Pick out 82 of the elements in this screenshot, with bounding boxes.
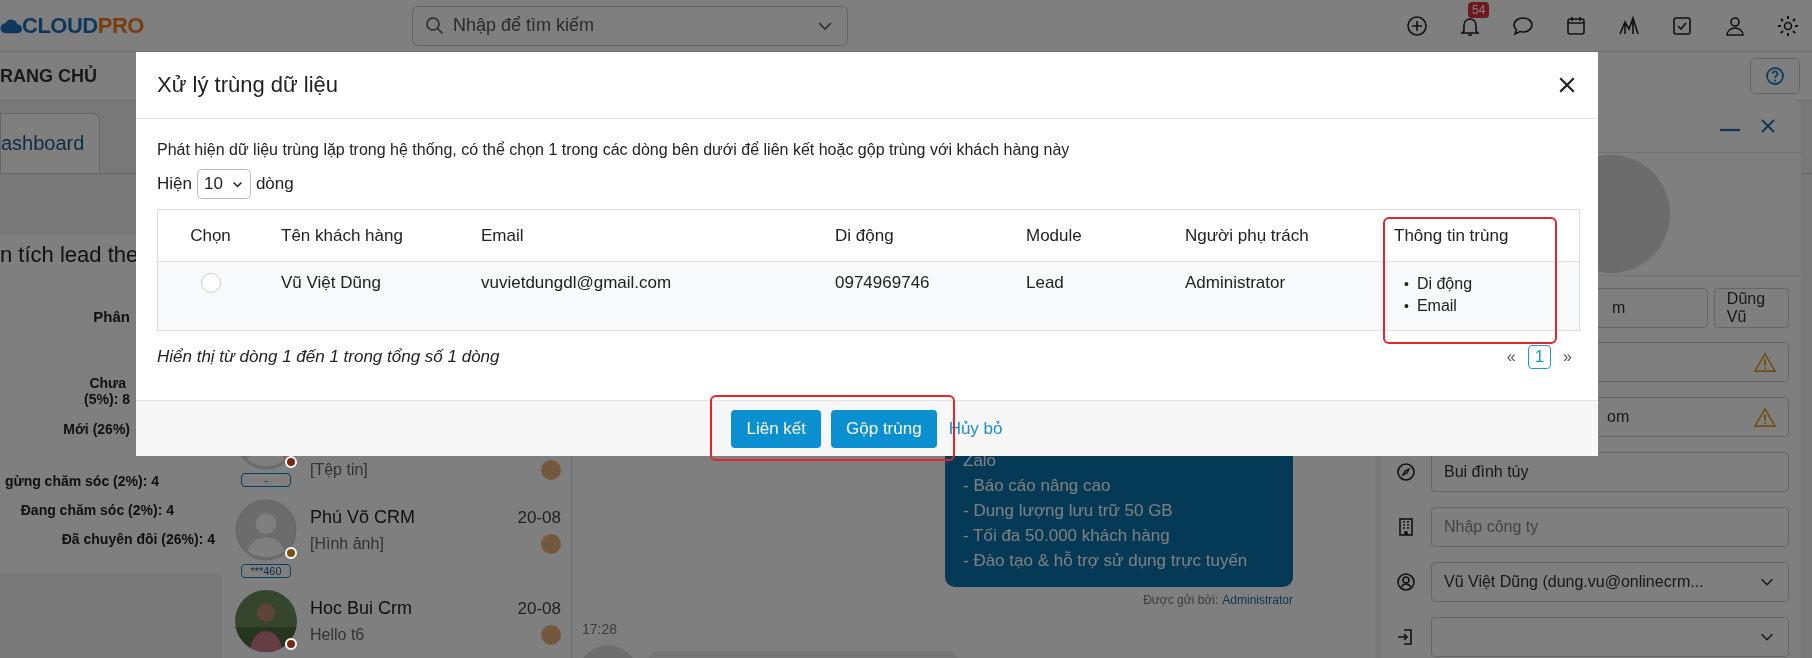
select-field[interactable]: Vũ Việt Dũng (dung.vu@onlinecrm...: [1431, 561, 1789, 602]
avatar: [235, 499, 297, 561]
page-link[interactable]: 1: [1527, 345, 1552, 369]
table-cell-text: 0974969746: [834, 272, 931, 294]
message-line: - Tối đa 50.000 khách hàng: [963, 525, 1171, 547]
duplicate-item: Email: [1416, 296, 1457, 316]
user-icon: [1396, 571, 1416, 592]
sent-by-label: Được gửi bởi:: [1143, 593, 1219, 607]
modal-title: Xử lý trùng dữ liệu: [157, 72, 339, 98]
column-header: Module: [1025, 225, 1083, 246]
bullet: •: [1404, 297, 1409, 316]
settings-icon[interactable]: [1776, 13, 1800, 38]
contact-name: Phú Võ CRM: [310, 507, 416, 528]
message-preview: [Hình ảnh]: [310, 535, 384, 553]
field-value: om: [1607, 407, 1630, 426]
page-size-select[interactable]: 10: [196, 169, 251, 199]
close-icon[interactable]: [1558, 76, 1576, 94]
help-icon: [1765, 66, 1785, 86]
small-avatar: [541, 534, 561, 554]
message-line: - Đào tạo & hỗ trợ sử dụng trực tuyến: [963, 550, 1249, 572]
notification-badge: 54: [1468, 1, 1490, 18]
contact-item[interactable]: ***460 Phú Võ CRM 20-08 [Hình ảnh]: [222, 499, 571, 590]
breadcrumb[interactable]: RANG CHỦ: [0, 65, 97, 87]
message-preview: Hello t6: [310, 626, 365, 644]
select-field[interactable]: [1431, 616, 1789, 657]
contact-date: 20-08: [517, 598, 561, 619]
building-icon: [1396, 516, 1416, 537]
table-cell-text: Administrator: [1184, 272, 1287, 294]
action-button[interactable]: Gộp trùng: [831, 409, 937, 448]
message-preview: [Tệp tin]: [310, 461, 368, 479]
next-page-link[interactable]: »: [1563, 348, 1572, 366]
search-placeholder: Nhập để tìm kiếm: [453, 15, 595, 36]
bullet: •: [1404, 275, 1409, 294]
table-cell-text: vuvietdungdl@gmail.com: [480, 272, 673, 294]
input-field[interactable]: Dũng Vũ: [1713, 288, 1789, 328]
contact-item[interactable]: Hoc Bui Crm 20-08 Hello t6: [222, 590, 571, 658]
chart-label: Đã chuyên đôi (26%): 4: [61, 531, 215, 547]
message-line: - Dung lượng lưu trữ 50 GB: [963, 500, 1174, 522]
chart-label: (5%): 8: [84, 391, 130, 407]
help-button[interactable]: [1750, 58, 1800, 94]
field-value: Vũ Việt Dũng (dung.vu@onlinecrm...: [1444, 572, 1704, 591]
column-header: Email: [480, 225, 525, 246]
minimize-icon[interactable]: [1720, 128, 1740, 132]
column-header: Thông tin trùng: [1393, 225, 1510, 246]
logo-text: CLOUDPRO: [22, 12, 144, 39]
radio-button[interactable]: [200, 273, 221, 293]
chart-label: Chưa: [89, 375, 126, 391]
chart-title: n tích lead the: [0, 242, 139, 268]
contact-badge: -: [241, 473, 291, 487]
action-button[interactable]: Liên kết: [731, 409, 822, 448]
previous-page-link[interactable]: «: [1506, 348, 1516, 366]
message-line: - Báo cáo nâng cao: [963, 475, 1112, 497]
column-header: Chọn: [189, 225, 232, 246]
compass-icon: [1396, 461, 1416, 482]
summary-text: Hiển thị từ dòng 1 đến 1 trong tổng số 1 dòng: [157, 347, 500, 367]
description-text: Phát hiện dữ liệu trùng lặp trong hệ thống, có thể chọn 1 trong các dòng bên dưới để liên kết hoặc gộp trùng với khách hàng này: [157, 141, 1071, 159]
column-header: Người phụ trách: [1184, 225, 1310, 246]
page-size-label: Hiện: [157, 174, 192, 194]
contact-badge: ***460: [241, 564, 291, 578]
column-header: Tên khách hàng: [280, 225, 404, 246]
search-icon: [425, 15, 445, 36]
chart-label: gừng chăm sóc (2%): 4: [4, 473, 159, 489]
add-icon[interactable]: [1405, 13, 1429, 38]
table-cell-text: Vũ Việt Dũng: [280, 272, 382, 294]
chart-label: Đang chăm sóc (2%): 4: [20, 502, 174, 518]
column-header: Di động: [834, 225, 895, 246]
table-cell-text: Lead: [1025, 272, 1065, 294]
small-avatar: [541, 625, 561, 645]
message-time: 17:28: [582, 621, 619, 637]
page-size-label: dòng: [255, 174, 294, 194]
contact-name: Hoc Bui Crm: [310, 598, 412, 619]
field-value: Bui đình túy: [1444, 462, 1529, 481]
chart-subtitle: Phân: [93, 308, 130, 325]
chart-label: Mới (26%): [63, 421, 130, 437]
duplicate-item: Di động: [1416, 274, 1473, 294]
sender-link[interactable]: Administrator: [1222, 593, 1293, 607]
field-placeholder: Nhập công ty: [1444, 517, 1539, 536]
input-field[interactable]: Nhập công ty: [1431, 506, 1789, 547]
small-avatar: [541, 460, 561, 480]
tab[interactable]: ashboard: [0, 113, 100, 173]
contact-date: 20-08: [517, 507, 561, 528]
search-field[interactable]: Nhập để tìm kiếm: [412, 5, 848, 46]
